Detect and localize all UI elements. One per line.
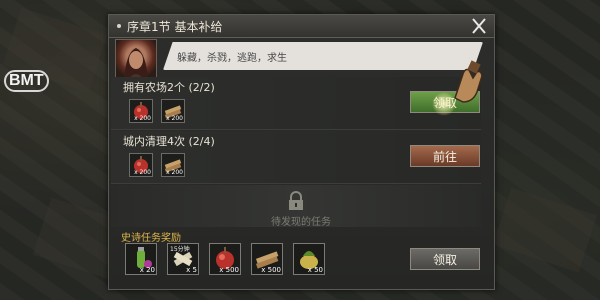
- close-icon: [472, 18, 486, 34]
- reward-wood-item[interactable]: x 200: [161, 99, 185, 123]
- npc-portrait: [115, 39, 157, 81]
- reward-count: x 5: [186, 266, 197, 274]
- dialog-title-bar: 序章1节 基本补给: [109, 15, 494, 38]
- reward-count: x 50: [307, 266, 323, 274]
- reward-count: x 500: [261, 266, 281, 274]
- tutorial-hand-icon: [454, 60, 483, 103]
- reward-count: x 200: [134, 169, 151, 176]
- watermark-logo: BMT: [4, 70, 49, 92]
- go-button[interactable]: 前往: [410, 145, 480, 167]
- epic-reward-potion[interactable]: x 20: [125, 243, 157, 275]
- claim-epic-reward-button[interactable]: 领取: [410, 248, 480, 270]
- quest-dialog: 序章1节 基本补给 躲藏，杀戮，逃跑，求生 拥有农场2个 (2/2) x 200: [108, 14, 495, 290]
- epic-reward-meat[interactable]: x 500: [209, 243, 241, 275]
- locked-quest-row: 待发现的任务: [111, 185, 481, 228]
- epic-reward-wood[interactable]: x 500: [251, 243, 283, 275]
- reward-tag: 15分钟: [170, 246, 190, 253]
- quest-title: 拥有农场2个 (2/2): [123, 81, 215, 94]
- reward-count: x 500: [219, 266, 239, 274]
- quest-title: 城内清理4次 (2/4): [123, 135, 215, 148]
- reward-count: x 200: [166, 169, 183, 176]
- epic-reward-vegetable[interactable]: x 50: [293, 243, 325, 275]
- quest-row: 拥有农场2个 (2/2) x 200 x 200 领取: [111, 77, 481, 130]
- npc-speech-bubble: 躲藏，杀戮，逃跑，求生: [163, 42, 483, 70]
- epic-rewards-label: 史诗任务奖励: [121, 233, 181, 244]
- npc-speech-text: 躲藏，杀戮，逃跑，求生: [177, 53, 287, 64]
- lock-icon: [289, 191, 303, 210]
- reward-wood-item[interactable]: x 200: [161, 153, 185, 177]
- reward-count: x 200: [134, 115, 151, 122]
- locked-quest-label: 待发现的任务: [271, 217, 331, 228]
- reward-meat-item[interactable]: x 200: [129, 99, 153, 123]
- title-bullet-icon: [117, 24, 121, 28]
- reward-count: x 200: [166, 115, 183, 122]
- reward-meat-item[interactable]: x 200: [129, 153, 153, 177]
- quest-row: 城内清理4次 (2/4) x 200 x 200 前往: [111, 131, 481, 184]
- reward-count: x 20: [139, 266, 155, 274]
- close-button[interactable]: [468, 16, 490, 36]
- epic-reward-bandage[interactable]: 15分钟 x 5: [167, 243, 199, 275]
- dialog-title: 序章1节 基本补给: [127, 20, 223, 34]
